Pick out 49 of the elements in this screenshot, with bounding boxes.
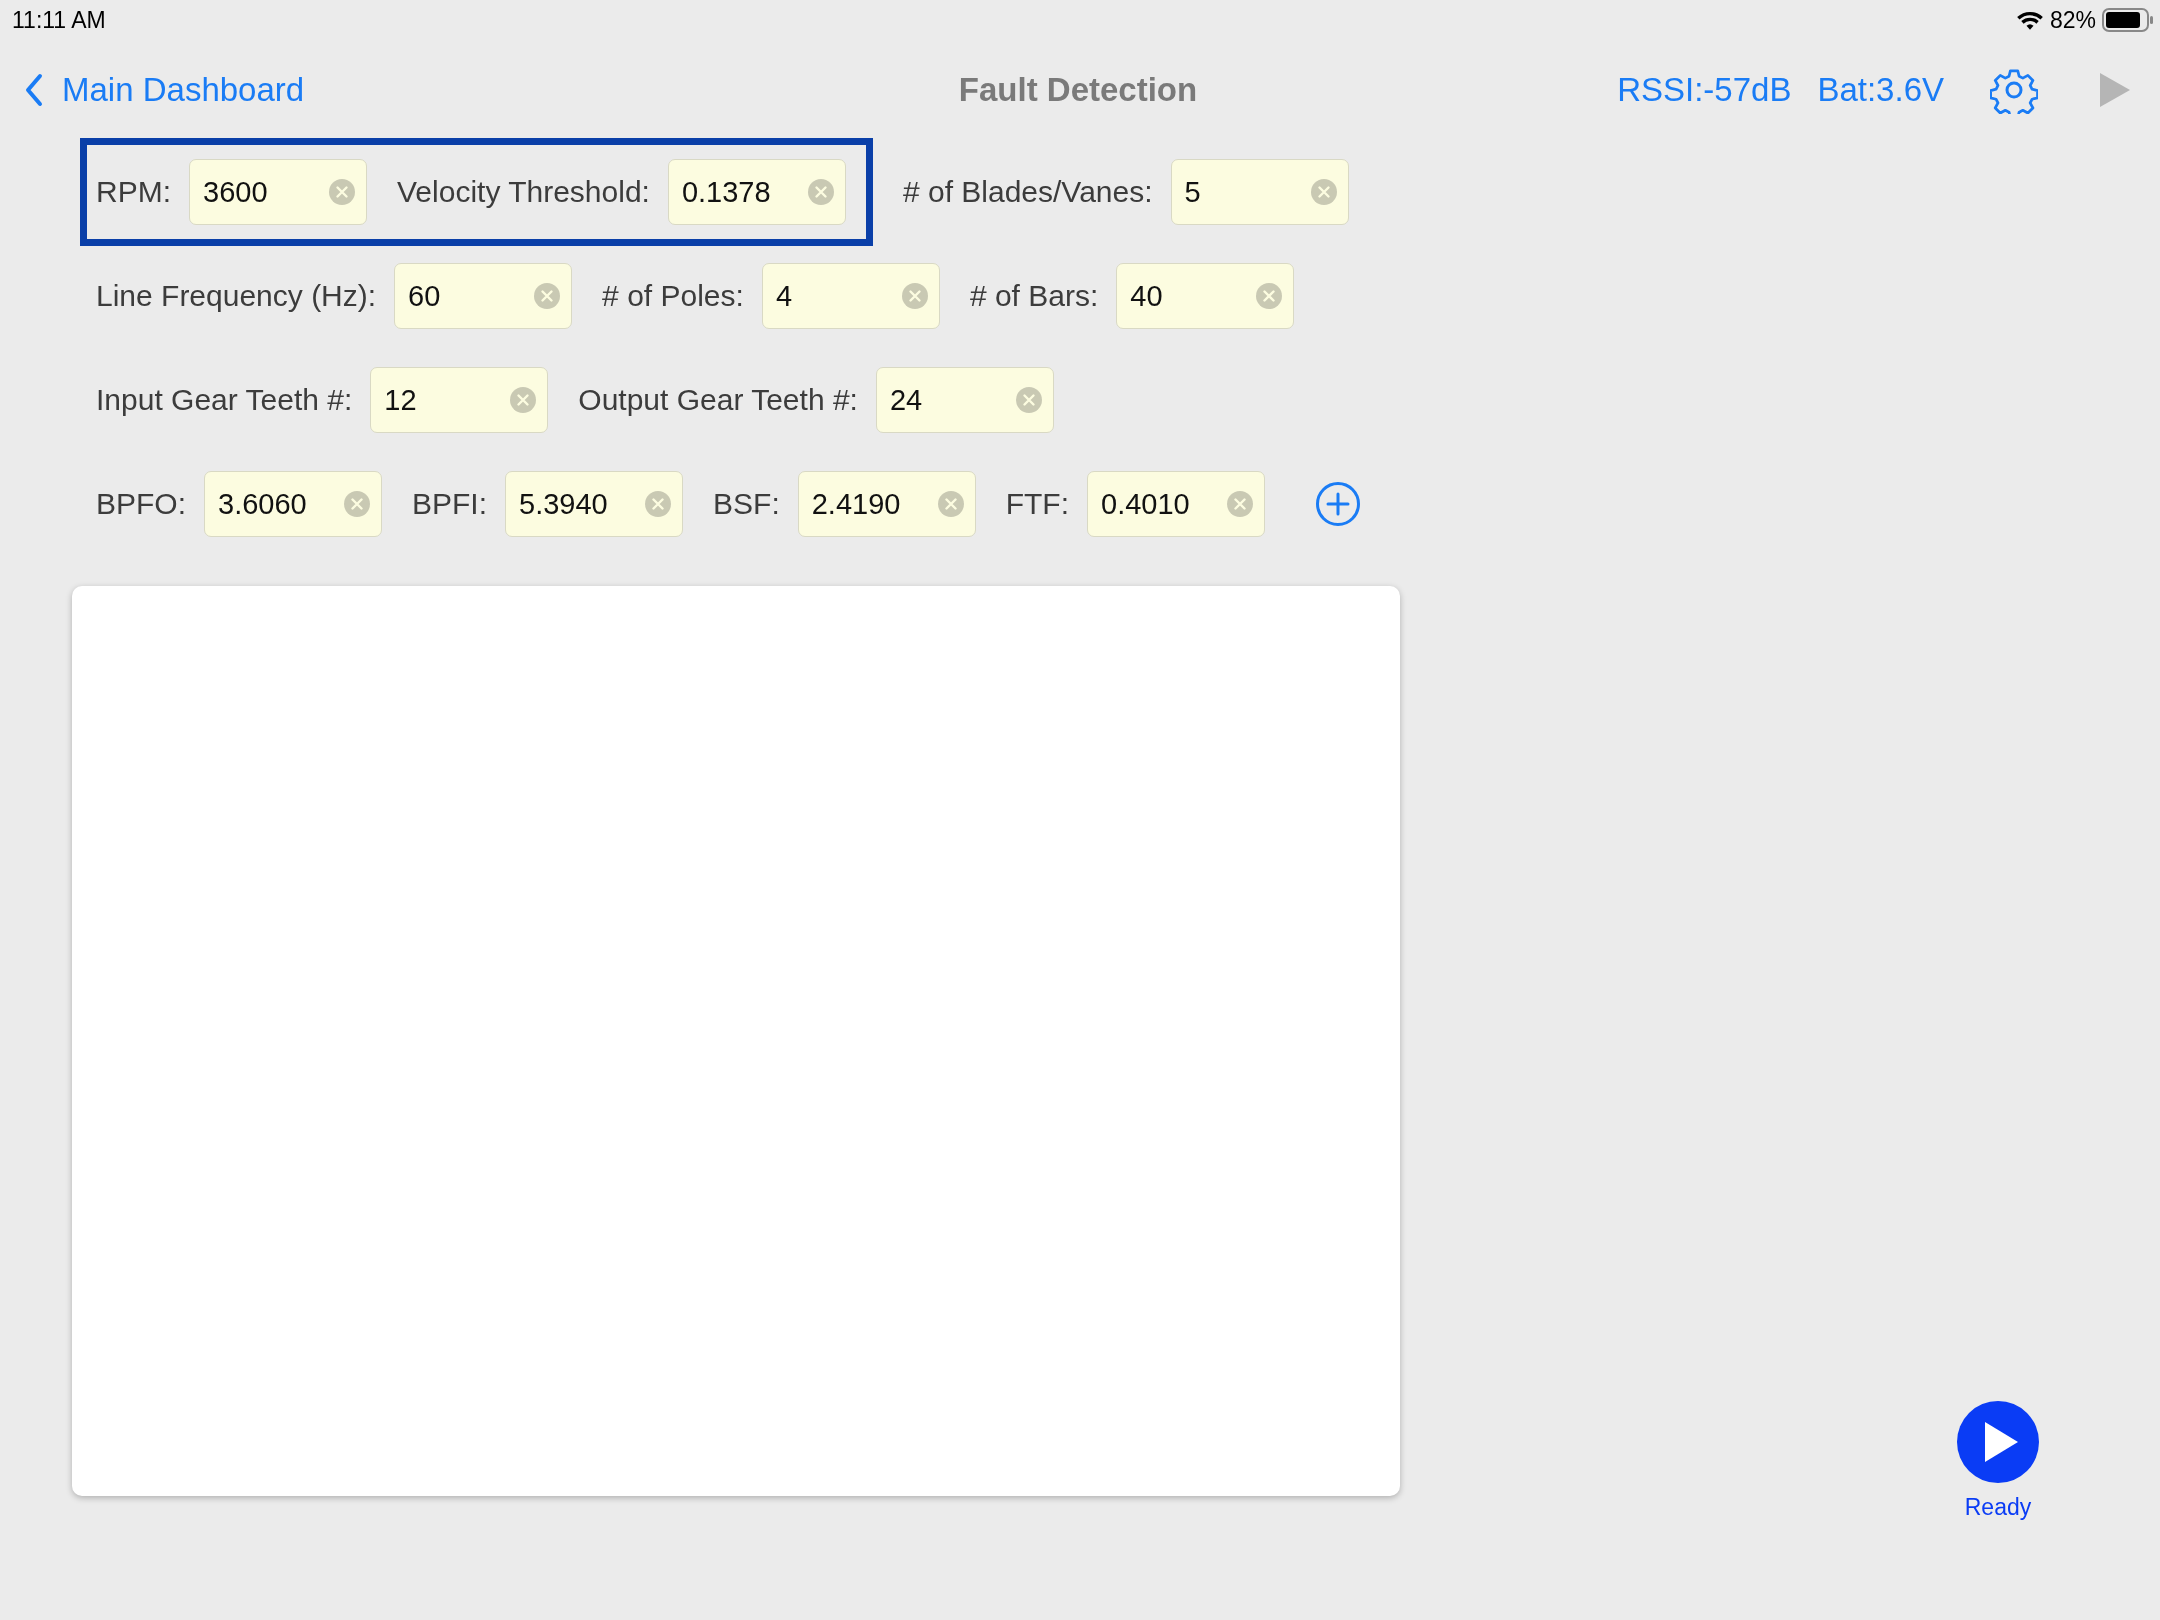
- clear-icon[interactable]: [534, 283, 561, 309]
- field-label: BSF:: [713, 487, 780, 521]
- clear-icon[interactable]: [344, 491, 370, 517]
- battery-icon: [2102, 8, 2154, 32]
- chevron-icon: [24, 73, 44, 107]
- input-field[interactable]: 0.4010: [1087, 471, 1266, 537]
- input-field[interactable]: 0.1378: [667, 159, 846, 225]
- clear-icon[interactable]: [1227, 491, 1254, 517]
- clear-icon[interactable]: [510, 387, 537, 413]
- clear-icon[interactable]: [1015, 387, 1042, 413]
- field-label: BPFI:: [412, 487, 488, 521]
- clear-icon[interactable]: [937, 491, 964, 517]
- field-label: # of Poles:: [602, 279, 744, 313]
- field-label: BPFO:: [96, 487, 186, 521]
- input-field[interactable]: 24: [875, 367, 1054, 433]
- clear-icon[interactable]: [1310, 179, 1337, 205]
- field-label: FTF:: [1005, 487, 1070, 521]
- clear-icon[interactable]: [329, 179, 355, 205]
- field-label: # of Bars:: [969, 279, 1099, 313]
- input-field[interactable]: 40: [1116, 263, 1295, 329]
- battery-percent: 82%: [2049, 6, 2096, 34]
- input-field[interactable]: 4: [761, 263, 940, 329]
- input-field[interactable]: 3600: [189, 159, 367, 225]
- clear-icon[interactable]: [901, 283, 928, 309]
- clear-icon[interactable]: [807, 179, 834, 205]
- field-label: # of Blades/Vanes:: [902, 175, 1153, 209]
- input-field[interactable]: 12: [370, 367, 549, 433]
- input-field[interactable]: 3.6060: [204, 471, 382, 537]
- input-field[interactable]: 5: [1170, 159, 1349, 225]
- status-time: 11:11 AM: [12, 6, 106, 34]
- settings-icon[interactable]: [1990, 66, 2038, 114]
- input-field[interactable]: 5.3940: [505, 471, 684, 537]
- status-label: Ready: [1964, 1494, 2032, 1521]
- battery-voltage: Bat:3.6V: [1817, 71, 1944, 109]
- input-field[interactable]: 2.4190: [797, 471, 976, 537]
- field-label: RPM:: [96, 175, 171, 209]
- field-label: Velocity Threshold:: [397, 175, 650, 209]
- field-label: Line Frequency (Hz):: [96, 279, 377, 313]
- clear-icon[interactable]: [645, 491, 672, 517]
- play-icon[interactable]: [2098, 71, 2132, 109]
- play-button[interactable]: [1956, 1400, 2040, 1484]
- clear-icon[interactable]: [1256, 283, 1283, 309]
- field-label: Input Gear Teeth #:: [96, 383, 353, 417]
- screen-title: Fault Detection: [958, 71, 1198, 109]
- field-label: Output Gear Teeth #:: [578, 383, 858, 417]
- rssi-reading: RSSI:-57dB: [1617, 71, 1792, 109]
- add-button[interactable]: [1315, 481, 1362, 527]
- wifi-icon: [2015, 9, 2044, 31]
- input-field[interactable]: 60: [394, 263, 573, 329]
